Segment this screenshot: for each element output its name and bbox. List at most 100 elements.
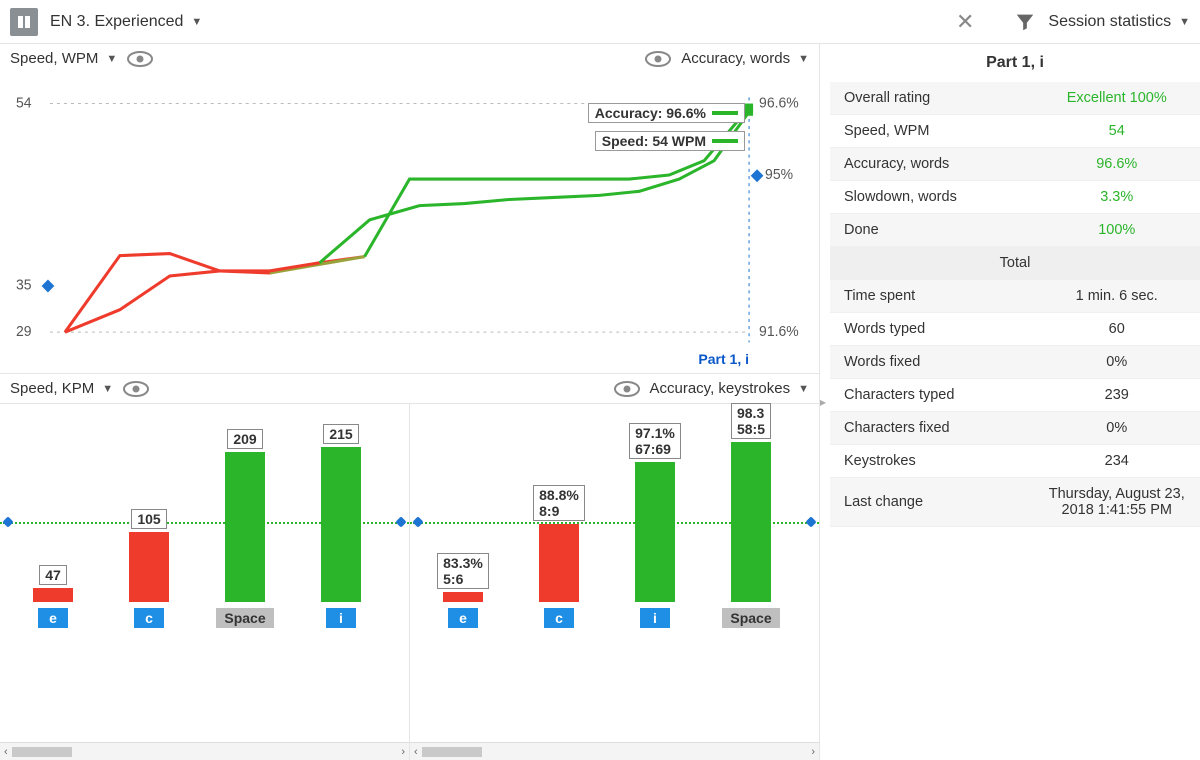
bar-rect <box>731 442 771 602</box>
stats-row: Words fixed0% <box>830 346 1200 379</box>
bar-c: 88.8% 8:9 c <box>528 485 590 628</box>
session-stats-label: Session statistics <box>1048 13 1171 31</box>
bar-i: 97.1% 67:69 i <box>624 423 686 628</box>
session-stats-dropdown[interactable]: Session statistics ▼ <box>1048 13 1190 31</box>
stats-label: Keystrokes <box>830 445 1034 478</box>
stats-panel: Part 1, i Overall ratingExcellent 100%Sp… <box>830 44 1200 760</box>
speed-annotation: Speed: 54 WPM <box>595 131 745 151</box>
caret-down-icon: ▼ <box>191 16 202 28</box>
stats-row: Keystrokes234 <box>830 445 1200 478</box>
accuracy-keystrokes-bar-chart: 83.3% 5:6e 88.8% 8:9 c 97.1% 67:69 i 98.3 58:… <box>410 404 819 760</box>
key-badge[interactable]: Space <box>216 608 273 628</box>
stats-row: Slowdown, words3.3% <box>830 181 1200 214</box>
svg-text:29: 29 <box>16 323 32 339</box>
caret-down-icon: ▼ <box>798 383 809 395</box>
accuracy-words-dropdown[interactable]: Accuracy, words ▼ <box>681 50 809 67</box>
stats-title: Part 1, i <box>830 44 1200 82</box>
bar-rect <box>321 447 361 602</box>
bottom-chart-header: Speed, KPM ▼ Accuracy, keystrokes ▼ <box>0 373 819 403</box>
key-badge[interactable]: c <box>134 608 164 628</box>
svg-text:91.6%: 91.6% <box>759 323 799 339</box>
bar-value-label: 215 <box>323 424 358 444</box>
stats-label: Accuracy, words <box>830 148 1034 181</box>
speed-kpm-dropdown[interactable]: Speed, KPM ▼ <box>10 380 113 397</box>
speed-wpm-dropdown[interactable]: Speed, WPM ▼ <box>10 50 117 67</box>
key-badge[interactable]: Space <box>722 608 779 628</box>
scrollbar[interactable]: ‹› <box>0 742 409 760</box>
key-badge[interactable]: i <box>640 608 670 628</box>
stats-label: Last change <box>830 478 1034 527</box>
svg-text:95%: 95% <box>765 166 793 182</box>
course-icon <box>10 8 38 36</box>
stats-row: Overall ratingExcellent 100% <box>830 82 1200 115</box>
svg-text:96.6%: 96.6% <box>759 94 799 110</box>
stats-value: Thursday, August 23, 2018 1:41:55 PM <box>1034 478 1200 527</box>
caret-down-icon: ▼ <box>798 53 809 65</box>
stats-label: Speed, WPM <box>830 115 1034 148</box>
stats-value: 96.6% <box>1034 148 1200 181</box>
stats-value: 0% <box>1034 346 1200 379</box>
part-label: Part 1, i <box>698 351 749 367</box>
stats-row: Accuracy, words96.6% <box>830 148 1200 181</box>
bar-rect <box>635 462 675 602</box>
eye-icon[interactable] <box>645 51 671 67</box>
stats-label: Characters fixed <box>830 412 1034 445</box>
bar-value-label: 98.3 58:5 <box>731 403 771 439</box>
svg-text:35: 35 <box>16 276 32 292</box>
stats-row: Words typed60 <box>830 313 1200 346</box>
key-badge[interactable]: e <box>38 608 68 628</box>
key-badge[interactable]: i <box>326 608 356 628</box>
stats-value: 54 <box>1034 115 1200 148</box>
close-icon[interactable]: ✕ <box>956 9 974 35</box>
course-label: EN 3. Experienced <box>50 13 183 31</box>
bar-rect <box>225 452 265 602</box>
bar-rect <box>129 532 169 602</box>
stats-label: Time spent <box>830 280 1034 313</box>
stats-label: Done <box>830 214 1034 247</box>
bar-value-label: 105 <box>131 509 166 529</box>
line-chart: 54 35 29 96.6% 95% 91.6% <box>0 73 819 373</box>
stats-row: Characters fixed0% <box>830 412 1200 445</box>
stats-value: 3.3% <box>1034 181 1200 214</box>
stats-row: Characters typed239 <box>830 379 1200 412</box>
bar-c: 105 c <box>118 509 180 628</box>
bar-i: 215 i <box>310 424 372 628</box>
stats-value: 100% <box>1034 214 1200 247</box>
caret-down-icon: ▼ <box>106 53 117 65</box>
stats-row: Time spent1 min. 6 sec. <box>830 280 1200 313</box>
stats-value: 0% <box>1034 412 1200 445</box>
bar-value-label: 47 <box>39 565 67 585</box>
eye-icon[interactable] <box>127 51 153 67</box>
stats-label: Slowdown, words <box>830 181 1034 214</box>
svg-text:54: 54 <box>16 94 32 110</box>
accuracy-keystrokes-dropdown[interactable]: Accuracy, keystrokes ▼ <box>650 380 810 397</box>
panel-expand-handle[interactable]: ▸ <box>820 395 830 409</box>
bar-value-label: 88.8% 8:9 <box>533 485 585 521</box>
bar-value-label: 209 <box>227 429 262 449</box>
speed-kpm-bar-chart: 47 e 105 c 209 Space 215 i ‹› <box>0 404 410 760</box>
bar-Space: 209 Space <box>214 429 276 628</box>
bar-value-label: 97.1% 67:69 <box>629 423 681 459</box>
stats-value: 239 <box>1034 379 1200 412</box>
top-chart-header: Speed, WPM ▼ Accuracy, words ▼ <box>0 44 819 73</box>
eye-icon[interactable] <box>614 381 640 397</box>
toolbar: EN 3. Experienced ▼ ✕ Session statistics… <box>0 0 1200 44</box>
course-selector[interactable]: EN 3. Experienced ▼ <box>50 13 202 31</box>
bar-Space: 98.3 58:5 Space <box>720 403 782 628</box>
stats-label: Words fixed <box>830 346 1034 379</box>
key-badge[interactable]: e <box>448 608 478 628</box>
stats-row: Last changeThursday, August 23, 2018 1:4… <box>830 478 1200 527</box>
scrollbar[interactable]: ‹› <box>410 742 819 760</box>
stats-value: 234 <box>1034 445 1200 478</box>
bar-rect <box>443 592 483 602</box>
bar-rect <box>33 588 73 602</box>
accuracy-annotation: Accuracy: 96.6% <box>588 103 745 123</box>
funnel-icon[interactable] <box>1014 11 1036 33</box>
key-badge[interactable]: c <box>544 608 574 628</box>
eye-icon[interactable] <box>123 381 149 397</box>
bar-rect <box>539 524 579 602</box>
stats-value: 1 min. 6 sec. <box>1034 280 1200 313</box>
stats-label: Words typed <box>830 313 1034 346</box>
stats-section-total: Total <box>830 247 1200 280</box>
bar-e: 83.3% 5:6e <box>432 553 494 628</box>
